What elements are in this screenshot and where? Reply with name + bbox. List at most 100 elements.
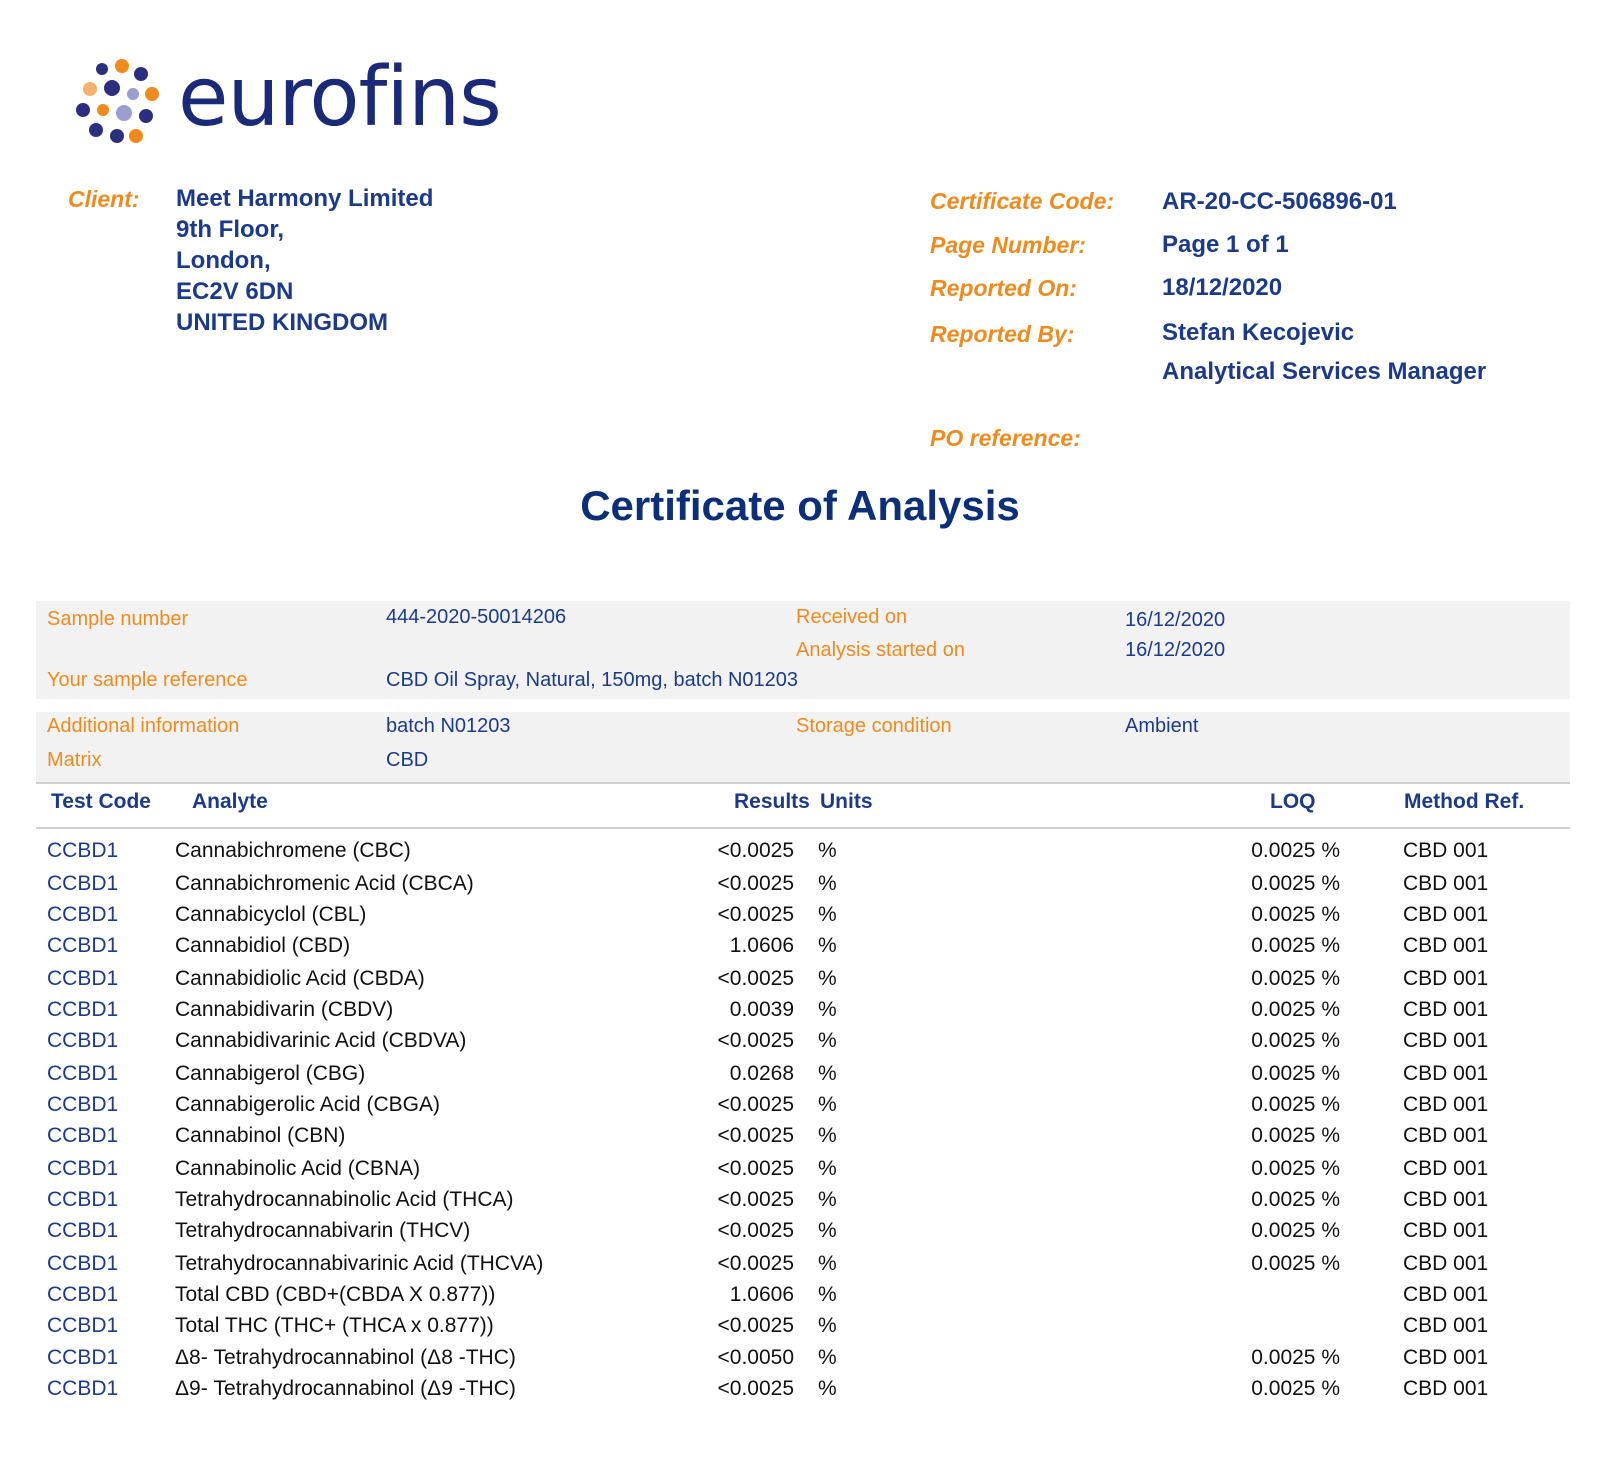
cell-method-ref: CBD 001 bbox=[1403, 934, 1489, 957]
cell-result: <0.0025 bbox=[717, 1219, 795, 1242]
client-line: 9th Floor, bbox=[176, 216, 284, 243]
table-row: CCBD1 Tetrahydrocannabivarin (THCV) <0.0… bbox=[0, 1219, 1600, 1250]
cell-test-code: CCBD1 bbox=[47, 1029, 119, 1052]
cell-unit: % bbox=[818, 872, 837, 895]
cell-test-code: CCBD1 bbox=[47, 1157, 119, 1180]
cell-unit: % bbox=[818, 1157, 837, 1180]
cell-unit: % bbox=[818, 1062, 837, 1085]
cell-result: <0.0025 bbox=[717, 1124, 795, 1147]
client-line: Meet Harmony Limited bbox=[176, 185, 434, 212]
cell-unit: % bbox=[818, 967, 837, 990]
cell-unit: % bbox=[818, 1252, 837, 1275]
cell-test-code: CCBD1 bbox=[47, 998, 119, 1021]
matrix-label: Matrix bbox=[47, 749, 102, 771]
cell-method-ref: CBD 001 bbox=[1403, 1219, 1489, 1242]
cell-analyte: Δ9- Tetrahydrocannabinol (Δ9 -THC) bbox=[175, 1377, 516, 1400]
cell-test-code: CCBD1 bbox=[47, 1377, 119, 1400]
client-line: London, bbox=[176, 247, 271, 274]
cell-result: <0.0050 bbox=[717, 1346, 795, 1369]
certificate-code-label: Certificate Code: bbox=[930, 188, 1115, 214]
sample-reference: CBD Oil Spray, Natural, 150mg, batch N01… bbox=[386, 669, 799, 691]
storage-condition-label: Storage condition bbox=[796, 715, 952, 737]
cell-analyte: Tetrahydrocannabinolic Acid (THCA) bbox=[175, 1188, 514, 1211]
certificate-code: AR-20-CC-506896-01 bbox=[1162, 188, 1397, 215]
cell-loq: 0.0025 % bbox=[1251, 1062, 1340, 1085]
eurofins-logo-mark-icon bbox=[76, 59, 159, 143]
cell-loq: 0.0025 % bbox=[1251, 1219, 1340, 1242]
table-row: CCBD1 Cannabicyclol (CBL) <0.0025 % 0.00… bbox=[0, 903, 1600, 934]
cell-result: <0.0025 bbox=[717, 967, 795, 990]
cell-unit: % bbox=[818, 1093, 837, 1116]
cell-result: <0.0025 bbox=[717, 1188, 795, 1211]
table-top-rule bbox=[36, 782, 1570, 784]
cell-result: <0.0025 bbox=[717, 1029, 795, 1052]
cell-loq: 0.0025 % bbox=[1251, 934, 1340, 957]
table-row: CCBD1 Cannabichromene (CBC) <0.0025 % 0.… bbox=[0, 839, 1600, 870]
cell-method-ref: CBD 001 bbox=[1403, 1377, 1489, 1400]
table-row: CCBD1 Cannabidiolic Acid (CBDA) <0.0025 … bbox=[0, 967, 1600, 998]
cell-unit: % bbox=[818, 1124, 837, 1147]
cell-analyte: Tetrahydrocannabivarin (THCV) bbox=[175, 1219, 471, 1242]
col-header-loq: LOQ bbox=[1270, 790, 1316, 813]
cell-result: <0.0025 bbox=[717, 1314, 795, 1337]
cell-unit: % bbox=[818, 1283, 837, 1306]
cell-test-code: CCBD1 bbox=[47, 967, 119, 990]
client-line: UNITED KINGDOM bbox=[176, 309, 388, 336]
eurofins-logo: eurofins bbox=[72, 50, 502, 152]
cell-method-ref: CBD 001 bbox=[1403, 839, 1489, 862]
cell-test-code: CCBD1 bbox=[47, 1346, 119, 1369]
cell-unit: % bbox=[818, 903, 837, 926]
cell-result: 0.0268 bbox=[729, 1062, 794, 1085]
cell-result: <0.0025 bbox=[717, 1157, 795, 1180]
cell-loq: 0.0025 % bbox=[1251, 1346, 1340, 1369]
col-header-units: Units bbox=[820, 790, 873, 813]
po-reference-label: PO reference: bbox=[930, 425, 1081, 451]
cell-unit: % bbox=[818, 998, 837, 1021]
cell-test-code: CCBD1 bbox=[47, 1062, 119, 1085]
cell-result: <0.0025 bbox=[717, 1093, 795, 1116]
cell-result: <0.0025 bbox=[717, 839, 795, 862]
cell-unit: % bbox=[818, 1346, 837, 1369]
cell-method-ref: CBD 001 bbox=[1403, 1093, 1489, 1116]
cell-loq: 0.0025 % bbox=[1251, 903, 1340, 926]
sample-number: 444-2020-50014206 bbox=[386, 606, 567, 628]
cell-analyte: Total THC (THC+ (THCA x 0.877)) bbox=[175, 1314, 494, 1337]
cell-analyte: Cannabinolic Acid (CBNA) bbox=[175, 1157, 421, 1180]
cell-test-code: CCBD1 bbox=[47, 1314, 119, 1337]
cell-loq: 0.0025 % bbox=[1251, 1124, 1340, 1147]
cell-method-ref: CBD 001 bbox=[1403, 1283, 1489, 1306]
cell-analyte: Total CBD (CBD+(CBDA X 0.877)) bbox=[175, 1283, 496, 1306]
client-line: EC2V 6DN bbox=[176, 278, 294, 305]
cell-analyte: Cannabidiol (CBD) bbox=[175, 934, 351, 957]
table-header-rule bbox=[36, 827, 1570, 829]
cell-loq: 0.0025 % bbox=[1251, 1188, 1340, 1211]
reported-by: Stefan Kecojevic bbox=[1162, 319, 1355, 346]
cell-result: <0.0025 bbox=[717, 872, 795, 895]
page-number-label: Page Number: bbox=[930, 232, 1086, 258]
document-title: Certificate of Analysis bbox=[580, 482, 1020, 529]
cell-analyte: Tetrahydrocannabivarinic Acid (THCVA) bbox=[175, 1252, 544, 1275]
cell-method-ref: CBD 001 bbox=[1403, 1157, 1489, 1180]
cell-unit: % bbox=[818, 1219, 837, 1242]
cell-method-ref: CBD 001 bbox=[1403, 967, 1489, 990]
table-row: CCBD1 Total CBD (CBD+(CBDA X 0.877)) 1.0… bbox=[0, 1283, 1600, 1314]
cell-analyte: Cannabichromenic Acid (CBCA) bbox=[175, 872, 474, 895]
logo-wordmark: eurofins bbox=[178, 50, 502, 145]
cell-unit: % bbox=[818, 934, 837, 957]
cell-unit: % bbox=[818, 1314, 837, 1337]
cell-unit: % bbox=[818, 1377, 837, 1400]
cell-analyte: Δ8- Tetrahydrocannabinol (Δ8 -THC) bbox=[175, 1346, 516, 1369]
cell-test-code: CCBD1 bbox=[47, 839, 119, 862]
cell-loq: 0.0025 % bbox=[1251, 872, 1340, 895]
table-row: CCBD1 Cannabigerol (CBG) 0.0268 % 0.0025… bbox=[0, 1062, 1600, 1093]
table-row: CCBD1 Cannabinol (CBN) <0.0025 % 0.0025 … bbox=[0, 1124, 1600, 1155]
cell-analyte: Cannabidivarinic Acid (CBDVA) bbox=[175, 1029, 467, 1052]
storage-condition: Ambient bbox=[1125, 715, 1199, 737]
table-row: CCBD1 Cannabidiol (CBD) 1.0606 % 0.0025 … bbox=[0, 934, 1600, 965]
cell-test-code: CCBD1 bbox=[47, 1188, 119, 1211]
additional-info-label: Additional information bbox=[47, 715, 240, 737]
cell-analyte: Cannabinol (CBN) bbox=[175, 1124, 346, 1147]
cell-test-code: CCBD1 bbox=[47, 1093, 119, 1116]
cell-analyte: Cannabigerol (CBG) bbox=[175, 1062, 366, 1085]
table-row: CCBD1 Cannabidivarinic Acid (CBDVA) <0.0… bbox=[0, 1029, 1600, 1060]
